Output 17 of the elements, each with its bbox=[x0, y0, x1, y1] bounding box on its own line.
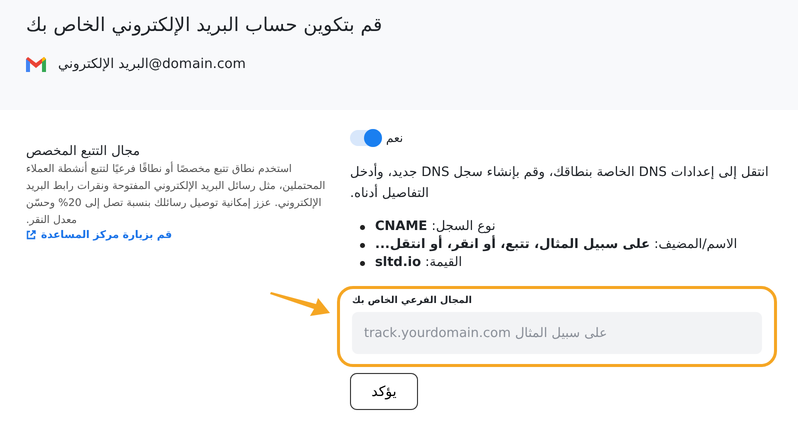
section-title: مجال التتبع المخصص bbox=[26, 144, 140, 159]
bullet-icon bbox=[360, 224, 365, 230]
dns-instructions: انتقل إلى إعدادات DNS الخاصة بنطاقك، وقم بإنشاء سجل DNS جديد، وأدخل التفاصيل أدناه. bbox=[350, 162, 770, 203]
record-detail: الاسم/المضيف: على سبيل المثال، تتبع، أو انقر، أو انتقل... bbox=[375, 236, 738, 254]
external-link-icon bbox=[26, 230, 36, 240]
confirm-button[interactable]: يؤكد bbox=[350, 373, 418, 410]
mail-logo-icon bbox=[26, 56, 46, 72]
section-description: استخدم نطاق تتبع مخصصًا أو نطاقًا فرعيًا لتتبع أنشطة العملاء المحتملين، مثل رسائل البريد الإلكتروني المفتوحة ونقرات رابط البريد الإلكتروني. عزز إمكانية توصيل رسائلك بنسبة تصل إلى 20% وحسّن معدل النقر. bbox=[26, 161, 326, 228]
toggle-label: نعم bbox=[386, 131, 404, 145]
page-title: قم بتكوين حساب البريد الإلكتروني الخاص بك bbox=[26, 14, 382, 36]
toggle-switch[interactable] bbox=[350, 130, 382, 146]
field-label: المجال الفرعي الخاص بك bbox=[352, 295, 472, 306]
help-center-link[interactable]: قم بزيارة مركز المساعدة bbox=[26, 229, 172, 241]
subdomain-input[interactable]: على سبيل المثال track.yourdomain.com bbox=[352, 312, 762, 354]
bullet-icon bbox=[360, 260, 365, 266]
account-email: البريد الإلكتروني@domain.com bbox=[58, 56, 246, 72]
bullet-icon bbox=[360, 242, 365, 248]
